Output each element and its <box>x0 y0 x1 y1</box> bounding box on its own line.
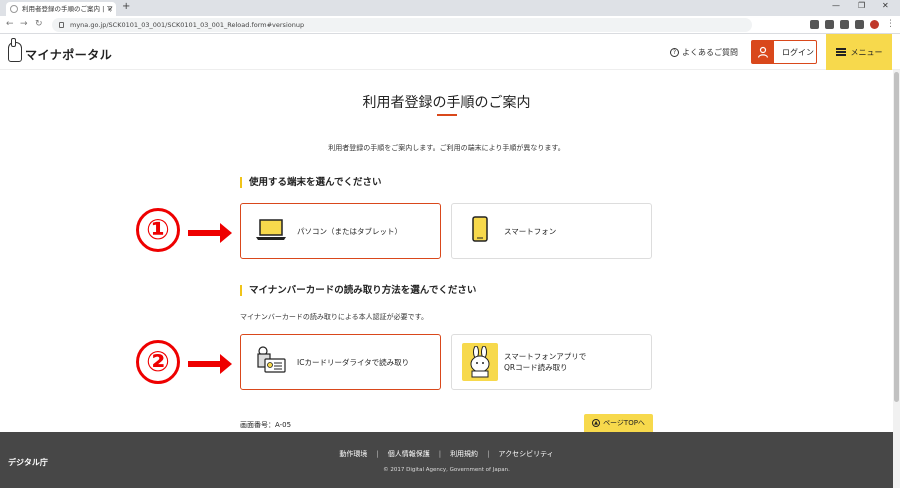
lock-icon <box>59 22 64 28</box>
footer-link-env[interactable]: 動作環境 <box>339 450 367 458</box>
extension-icon[interactable] <box>810 20 819 29</box>
favicon-icon <box>10 5 18 13</box>
annotation-number-2: ② <box>136 340 180 384</box>
option-ic-reader-label: ICカードリーダライタで読み取り <box>297 357 410 367</box>
arrow-up-icon: ▲ <box>592 419 601 427</box>
user-icon <box>752 41 774 63</box>
maximize-icon[interactable]: ❐ <box>858 1 865 10</box>
option-ic-reader[interactable]: ICカードリーダライタで読み取り <box>240 334 441 390</box>
puzzle-icon[interactable] <box>825 20 834 29</box>
kebab-menu-icon[interactable]: ⋮ <box>886 19 895 29</box>
profile-avatar[interactable] <box>870 20 879 29</box>
tab-title: 利用者登録の手順のご案内 | マ <box>22 5 113 13</box>
bookmark-icon[interactable] <box>840 20 849 29</box>
question-icon: ? <box>670 48 679 57</box>
option-smartphone-label: スマートフォン <box>504 226 557 236</box>
option-pc[interactable]: パソコン（またはタブレット） <box>240 203 441 259</box>
faq-label: よくあるご質問 <box>682 48 738 57</box>
pagetop-button[interactable]: ▲ ページTOPへ <box>584 414 653 432</box>
menu-button[interactable]: メニュー <box>826 34 892 70</box>
site-logo[interactable]: マイナポータル <box>8 38 113 62</box>
page-title: 利用者登録の手順のご案内 <box>362 95 531 111</box>
hamburger-icon <box>835 48 846 56</box>
url-text: myna.go.jp/SCK0101_03_001/SCK0101_03_001… <box>70 21 305 29</box>
faq-link[interactable]: ? よくあるご質問 <box>670 47 738 58</box>
forward-icon[interactable]: → <box>20 19 28 29</box>
sidepanel-icon[interactable] <box>855 20 864 29</box>
browser-toolbar: ← → ↻ myna.go.jp/SCK0101_03_001/SCK0101_… <box>0 16 900 34</box>
site-footer: デジタル庁 動作環境 | 個人情報保護 | 利用規約 | アクセシビリティ © 2017 D… <box>0 432 893 488</box>
card-reader-icon <box>255 345 287 379</box>
option-smartphone-app-label: スマートフォンアプリで QRコード読み取り <box>504 351 586 373</box>
footer-link-privacy[interactable]: 個人情報保護 <box>388 450 430 458</box>
pagetop-label: ページTOPへ <box>603 419 645 427</box>
main-content: 利用者登録の手順のご案内 利用者登録の手順をご案内します。ご利用の端末により手順… <box>0 70 900 432</box>
browser-tab[interactable]: 利用者登録の手順のご案内 | マ × <box>6 2 116 16</box>
title-underline <box>437 114 457 116</box>
footer-link-terms[interactable]: 利用規約 <box>450 450 478 458</box>
footer-separator: | <box>487 450 490 458</box>
tab-close-icon[interactable]: × <box>107 2 113 16</box>
address-bar[interactable]: myna.go.jp/SCK0101_03_001/SCK0101_03_001… <box>52 18 752 32</box>
option-app-line2: QRコード読み取り <box>504 363 568 372</box>
new-tab-icon[interactable]: + <box>122 1 130 12</box>
option-smartphone[interactable]: スマートフォン <box>451 203 652 259</box>
screen-number: 画面番号：A-05 <box>240 421 292 429</box>
option-app-line1: スマートフォンアプリで <box>504 352 587 361</box>
section-heading-reading: マイナンバーカードの読み取り方法を選んでください <box>240 285 476 296</box>
logo-text: マイナポータル <box>25 47 113 62</box>
footer-separator: | <box>376 450 379 458</box>
annotation-arrow-1 <box>188 223 232 243</box>
mynaportal-app-icon <box>462 343 498 381</box>
footer-link-accessibility[interactable]: アクセシビリティ <box>498 450 553 458</box>
close-window-icon[interactable]: ✕ <box>882 1 889 10</box>
login-button[interactable]: ログイン <box>751 40 817 64</box>
annotation-number-1: ① <box>136 208 180 252</box>
section-subtext: マイナンバーカードの読み取りによる本人認証が必要です。 <box>240 313 428 321</box>
back-icon[interactable]: ← <box>6 19 14 29</box>
login-label: ログイン <box>782 47 814 57</box>
laptop-icon <box>255 217 287 245</box>
footer-separator: | <box>438 450 442 458</box>
section-heading-device: 使用する端末を選んでください <box>240 177 382 188</box>
browser-tabbar: 利用者登録の手順のご案内 | マ × + — ❐ ✕ <box>0 0 900 16</box>
footer-copyright: © 2017 Digital Agency, Government of Jap… <box>383 467 510 473</box>
smartphone-icon <box>472 216 488 246</box>
footer-links: 動作環境 | 個人情報保護 | 利用規約 | アクセシビリティ <box>0 449 893 459</box>
menu-label: メニュー <box>850 47 883 57</box>
intro-text: 利用者登録の手順をご案内します。ご利用の端末により手順が異なります。 <box>328 144 565 152</box>
reload-icon[interactable]: ↻ <box>35 19 43 29</box>
option-pc-label: パソコン（またはタブレット） <box>297 226 402 236</box>
minimize-icon[interactable]: — <box>832 1 840 10</box>
site-header: マイナポータル ? よくあるご質問 ログイン メニュー <box>0 34 900 70</box>
annotation-arrow-2 <box>188 354 232 374</box>
option-smartphone-app[interactable]: スマートフォンアプリで QRコード読み取り <box>451 334 652 390</box>
mascot-icon <box>8 38 22 62</box>
